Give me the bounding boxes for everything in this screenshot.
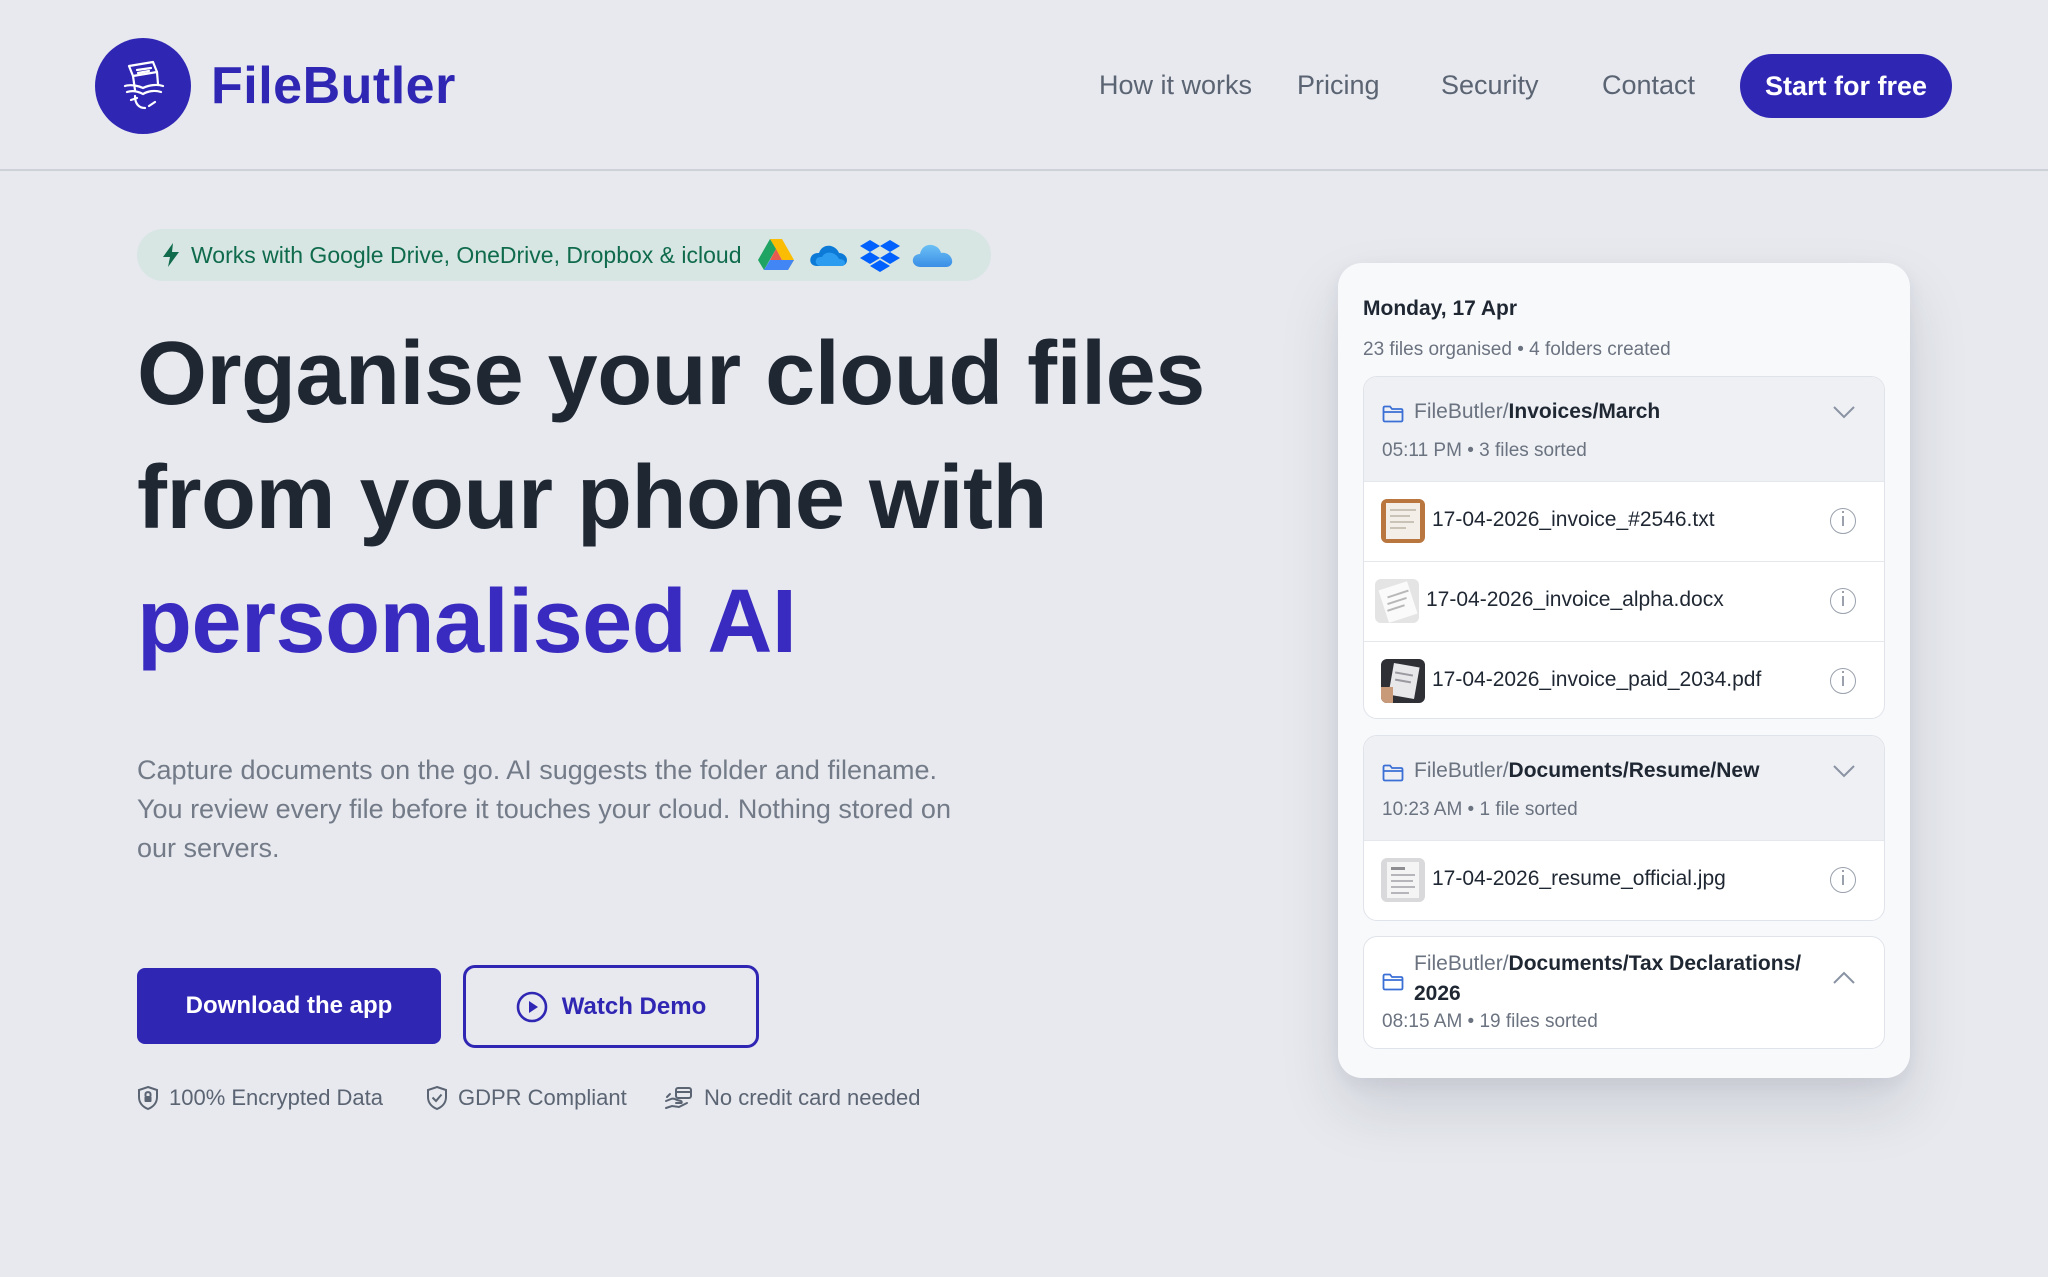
download-app-button[interactable]: Download the app xyxy=(137,968,441,1044)
folder-meta: 10:23 AM • 1 file sorted xyxy=(1382,799,1578,820)
shield-lock-icon xyxy=(138,1085,158,1111)
trust-encrypted-label: 100% Encrypted Data xyxy=(169,1085,384,1110)
brand-name: FileButler xyxy=(211,57,456,115)
folder-icon xyxy=(1382,973,1404,991)
brand-logo[interactable]: FileButler xyxy=(95,38,456,134)
folder-path-main: Documents/Tax Declarations/ xyxy=(1508,952,1802,975)
folder-group-tax[interactable]: FileButler/Documents/Tax Declarations/ 2… xyxy=(1363,936,1885,1049)
file-row[interactable]: 17-04-2026_invoice_#2546.txt xyxy=(1364,481,1884,561)
watch-demo-label: Watch Demo xyxy=(561,992,707,1020)
info-icon[interactable] xyxy=(1830,508,1856,534)
folder-path-main: Documents/Resume/New xyxy=(1508,759,1760,782)
folder-path-prefix: FileButler/ xyxy=(1414,759,1509,782)
folder-group-header[interactable]: FileButler/Documents/Resume/New 10:23 AM… xyxy=(1364,736,1884,840)
onedrive-icon xyxy=(809,245,847,266)
shield-check-icon xyxy=(427,1085,447,1111)
trust-no-card-label: No credit card needed xyxy=(704,1085,921,1110)
folder-path: FileButler/Documents/Resume/New xyxy=(1414,756,1759,786)
file-row[interactable]: 17-04-2026_invoice_alpha.docx xyxy=(1364,561,1884,641)
file-row[interactable]: 17-04-2026_invoice_paid_2034.pdf xyxy=(1364,641,1884,718)
file-thumbnail xyxy=(1381,659,1425,703)
file-thumbnail xyxy=(1381,858,1425,902)
file-thumbnail xyxy=(1375,579,1419,623)
folder-group-header[interactable]: FileButler/Invoices/March 05:11 PM • 3 f… xyxy=(1364,377,1884,481)
start-for-free-button[interactable]: Start for free xyxy=(1740,54,1952,118)
file-name: 17-04-2026_invoice_alpha.docx xyxy=(1426,588,1724,611)
info-icon[interactable] xyxy=(1830,668,1856,694)
file-name: 17-04-2026_invoice_paid_2034.pdf xyxy=(1432,668,1762,691)
folder-path-main: Invoices/March xyxy=(1508,400,1661,423)
card-hand-icon xyxy=(665,1087,692,1109)
watch-demo-button[interactable]: Watch Demo xyxy=(463,965,759,1048)
headline-line-2: from your phone with xyxy=(137,448,1047,548)
hero-subtext: Capture documents on the go. AI suggests… xyxy=(137,755,951,863)
headline-line-1: Organise your cloud files xyxy=(137,324,1205,424)
butler-logo-icon xyxy=(95,38,191,134)
site-header: FileButler How it works Pricing Security… xyxy=(0,0,2048,171)
chevron-up-icon[interactable] xyxy=(1832,971,1856,985)
folder-path: FileButler/Invoices/March xyxy=(1414,397,1660,427)
file-name: 17-04-2026_invoice_#2546.txt xyxy=(1432,508,1715,531)
folder-group-invoices: FileButler/Invoices/March 05:11 PM • 3 f… xyxy=(1363,376,1885,719)
folder-group-resume: FileButler/Documents/Resume/New 10:23 AM… xyxy=(1363,735,1885,921)
file-thumbnail xyxy=(1381,499,1425,543)
folder-meta: 08:15 AM • 19 files sorted xyxy=(1382,1011,1598,1032)
trust-encrypted: 100% Encrypted Data xyxy=(137,1080,383,1116)
hero-headline: Organise your cloud files from your phon… xyxy=(137,312,1287,684)
info-icon[interactable] xyxy=(1830,588,1856,614)
folder-icon xyxy=(1382,405,1404,423)
trust-gdpr-label: GDPR Compliant xyxy=(458,1085,627,1110)
trust-gdpr: GDPR Compliant xyxy=(426,1080,627,1116)
folder-path-prefix: FileButler/ xyxy=(1414,952,1509,975)
nav-security[interactable]: Security xyxy=(1441,70,1539,101)
folder-path-year: 2026 xyxy=(1414,982,1461,1005)
info-icon[interactable] xyxy=(1830,867,1856,893)
trust-no-card: No credit card needed xyxy=(664,1080,920,1116)
activity-card: Monday, 17 Apr 23 files organised • 4 fo… xyxy=(1338,263,1910,1078)
google-drive-icon xyxy=(757,239,794,270)
integrations-badge-text: Works with Google Drive, OneDrive, Dropb… xyxy=(191,241,742,268)
folder-path-prefix: FileButler/ xyxy=(1414,400,1509,423)
file-row[interactable]: 17-04-2026_resume_official.jpg xyxy=(1364,840,1884,920)
folder-meta: 05:11 PM • 3 files sorted xyxy=(1382,440,1587,461)
nav-contact[interactable]: Contact xyxy=(1602,70,1695,101)
file-name: 17-04-2026_resume_official.jpg xyxy=(1432,867,1726,890)
folder-icon xyxy=(1382,764,1404,782)
card-stats: 23 files organised • 4 folders created xyxy=(1363,339,1671,360)
icloud-icon xyxy=(912,244,952,267)
folder-path: FileButler/Documents/Tax Declarations/ 2… xyxy=(1414,949,1814,1009)
dropbox-icon xyxy=(859,240,900,272)
nav-pricing[interactable]: Pricing xyxy=(1297,70,1380,101)
headline-accent: personalised AI xyxy=(137,572,797,672)
play-icon xyxy=(516,991,548,1023)
lightning-icon xyxy=(163,243,179,267)
card-date: Monday, 17 Apr xyxy=(1363,297,1518,320)
chevron-down-icon[interactable] xyxy=(1832,405,1856,419)
integrations-badge: Works with Google Drive, OneDrive, Dropb… xyxy=(137,229,991,281)
nav-how-it-works[interactable]: How it works xyxy=(1099,70,1252,101)
chevron-down-icon[interactable] xyxy=(1832,764,1856,778)
